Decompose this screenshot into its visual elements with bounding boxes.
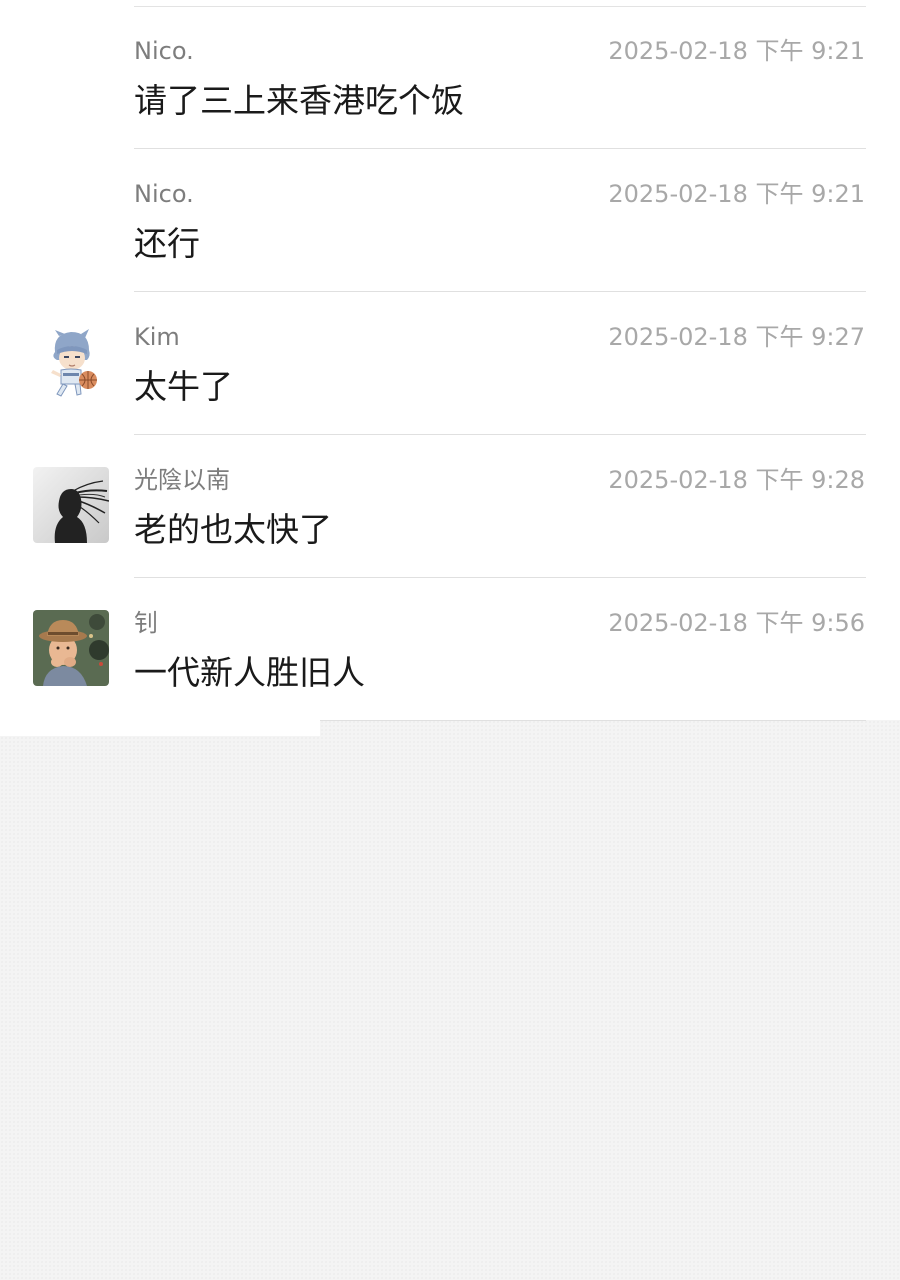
avatar[interactable]: [33, 324, 109, 400]
child-with-hat-photo-avatar: [33, 610, 109, 686]
message-text: 老的也太快了: [134, 510, 332, 549]
sender-name[interactable]: 光陰以南: [134, 465, 230, 495]
sender-name[interactable]: Nico.: [134, 36, 194, 66]
sender-name[interactable]: Kim: [134, 322, 180, 352]
silhouette-windblown-hair-avatar: [33, 467, 109, 543]
message-item[interactable]: 钊 2025-02-18 下午 9:56 一代新人胜旧人: [0, 578, 900, 721]
message-text: 还行: [134, 224, 200, 263]
sender-name[interactable]: 钊: [134, 608, 158, 638]
avatar[interactable]: [33, 467, 109, 543]
message-timestamp: 2025-02-18 下午 9:28: [608, 466, 865, 494]
message-item[interactable]: 光陰以南 2025-02-18 下午 9:28 老的也太快了: [0, 435, 900, 578]
chat-message-list: Nico. 2025-02-18 下午 9:21 请了三上来香港吃个饭 Nico…: [0, 0, 900, 721]
message-item[interactable]: Nico. 2025-02-18 下午 9:21 请了三上来香港吃个饭: [0, 6, 900, 149]
message-item[interactable]: Kim 2025-02-18 下午 9:27 太牛了: [0, 292, 900, 435]
message-item[interactable]: Nico. 2025-02-18 下午 9:21 还行: [0, 149, 900, 292]
panel-edge: [0, 720, 320, 736]
message-text: 一代新人胜旧人: [134, 653, 365, 692]
message-timestamp: 2025-02-18 下午 9:56: [608, 609, 865, 637]
avatar[interactable]: [33, 610, 109, 686]
message-text: 请了三上来香港吃个饭: [134, 81, 464, 120]
anime-character-basketball-avatar: [33, 324, 109, 400]
message-text: 太牛了: [134, 367, 233, 406]
message-timestamp: 2025-02-18 下午 9:21: [608, 37, 865, 65]
message-timestamp: 2025-02-18 下午 9:27: [608, 323, 865, 351]
sender-name[interactable]: Nico.: [134, 179, 194, 209]
message-timestamp: 2025-02-18 下午 9:21: [608, 180, 865, 208]
